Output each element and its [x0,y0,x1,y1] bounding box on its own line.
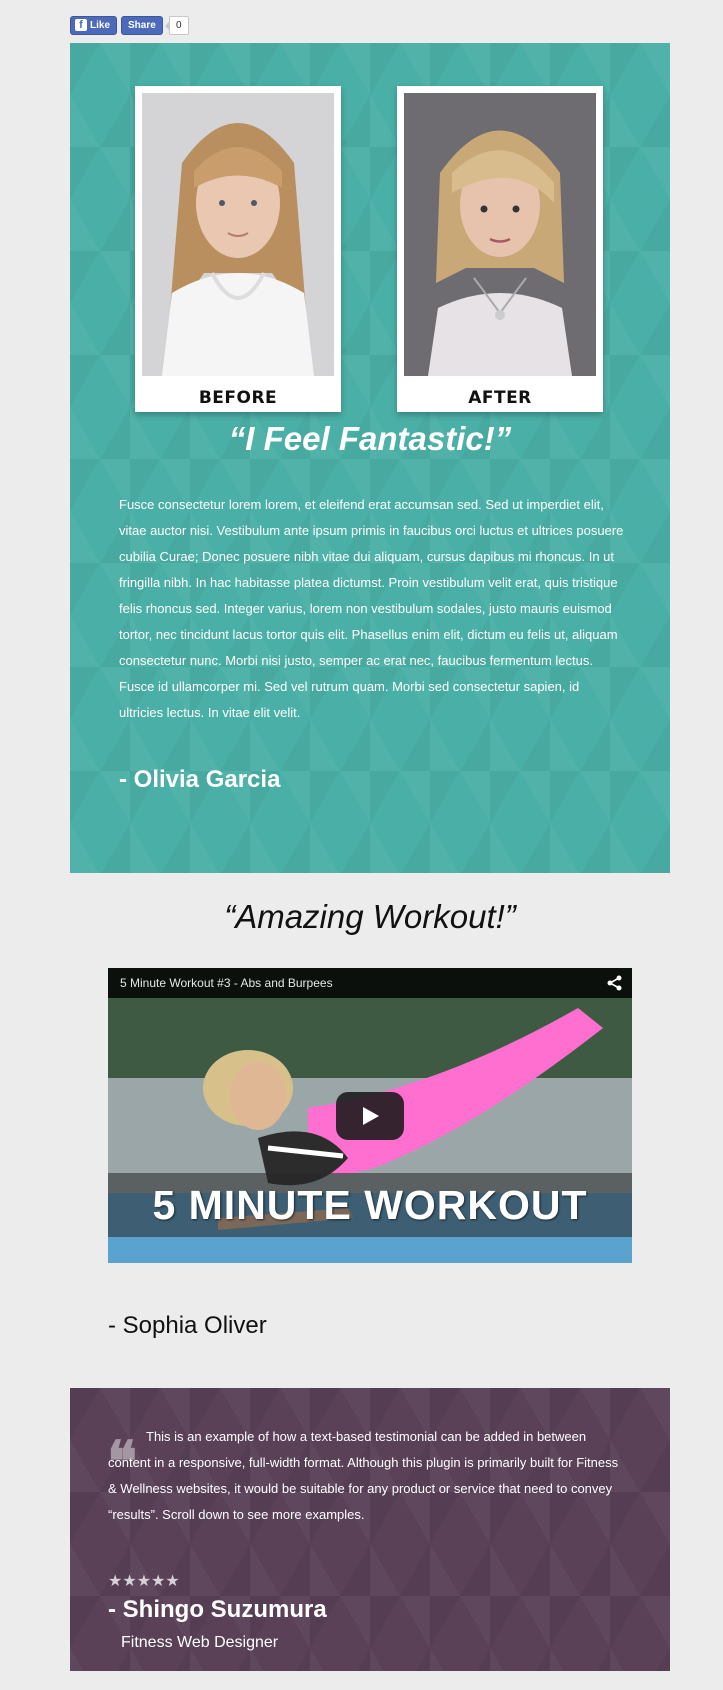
after-photo-card: AFTER [397,86,603,412]
video-banner-text: 5 MINUTE WORKOUT [108,1173,632,1237]
video-title[interactable]: 5 Minute Workout #3 - Abs and Burpees [120,976,333,990]
text-testimonial-role: Fitness Web Designer [121,1634,279,1651]
facebook-like-button[interactable]: f Like [70,15,118,35]
share-label: Share [128,19,156,31]
before-photo [142,93,334,376]
after-label: AFTER [468,388,532,408]
text-testimonial: ❝ This is an example of how a text-based… [70,1388,670,1671]
before-label: BEFORE [198,388,278,408]
social-bar: f Like Share 0 [70,14,189,36]
video-testimonial-headline: “Amazing Workout!” [224,898,516,935]
facebook-share-button[interactable]: Share [121,15,163,35]
testimonial-author: - Olivia Garcia [119,766,281,793]
share-count: 0 [164,15,189,35]
text-testimonial-author: - Shingo Suzumura [108,1596,327,1623]
star-rating: ★★★★★ [108,1571,180,1590]
before-photo-card: BEFORE [135,86,341,412]
video-testimonial-author: - Sophia Oliver [108,1312,267,1339]
text-testimonial-body: This is an example of how a text-based t… [108,1429,619,1522]
testimonial-headline: “I Feel Fantastic!” [228,420,512,457]
video-player[interactable]: 5 Minute Workout #3 - Abs and Burpees 5 … [108,968,632,1263]
facebook-f-icon: f [75,19,87,31]
video-title-bar: 5 Minute Workout #3 - Abs and Burpees [108,968,632,998]
testimonial-before-after: BEFORE AFTER “I Feel Fantastic!” Fusce c… [70,43,670,873]
like-label: Like [90,19,111,31]
play-icon[interactable] [336,1092,404,1140]
after-photo [404,93,596,376]
share-icon[interactable] [606,974,624,992]
testimonial-body: Fusce consectetur lorem lorem, et eleife… [119,497,624,720]
